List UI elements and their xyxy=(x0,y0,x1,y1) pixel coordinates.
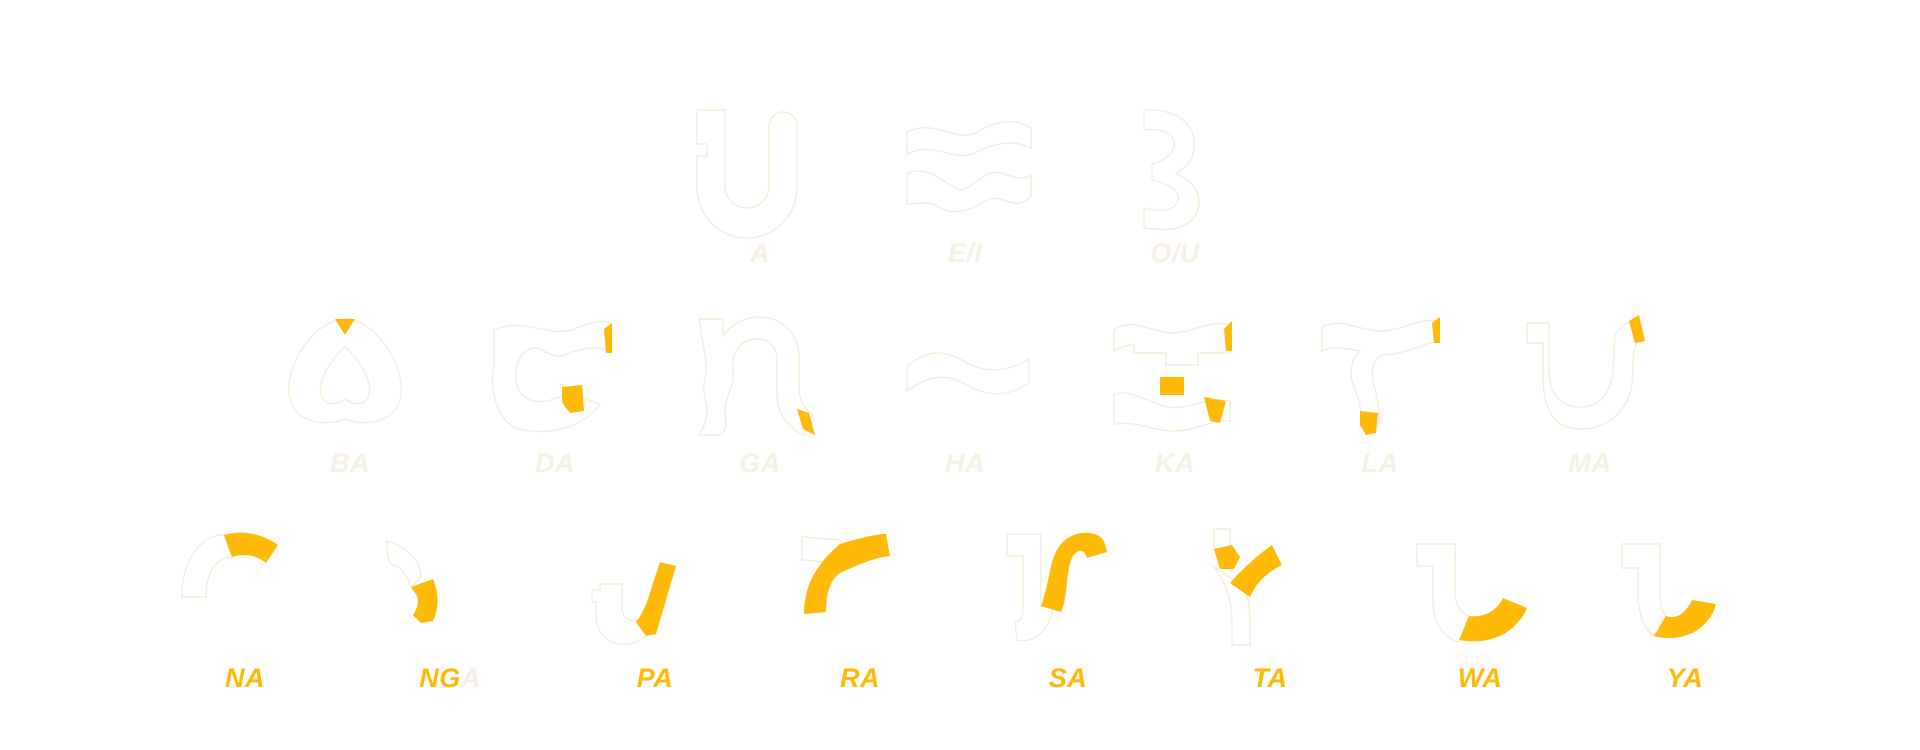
glyph-ta xyxy=(1210,525,1310,650)
glyph-ba xyxy=(285,315,415,440)
label-ga: GA xyxy=(739,448,781,478)
glyph-ka xyxy=(1112,315,1242,440)
glyph-ya xyxy=(1620,540,1745,650)
label-sa: SA xyxy=(1048,663,1088,693)
label-wa: WA xyxy=(1457,663,1503,693)
label-ta: TA xyxy=(1252,663,1288,693)
glyph-sa xyxy=(1005,530,1130,650)
label-ba: BA xyxy=(330,448,370,478)
glyph-ou xyxy=(1140,108,1210,233)
glyph-ma xyxy=(1525,315,1655,440)
glyph-la xyxy=(1320,315,1450,440)
glyph-nga xyxy=(385,535,455,630)
label-da: DA xyxy=(535,448,575,478)
label-la: LA xyxy=(1361,448,1399,478)
glyph-wa xyxy=(1415,540,1540,650)
label-a: A xyxy=(750,238,770,268)
glyph-ra xyxy=(800,530,900,620)
label-na: NA xyxy=(225,663,265,693)
label-ma: MA xyxy=(1568,448,1612,478)
label-nga: NGA xyxy=(419,663,481,693)
glyph-pa xyxy=(590,560,690,660)
glyph-ei xyxy=(905,118,1035,223)
glyph-ha xyxy=(905,345,1035,415)
label-ei: E/I xyxy=(947,238,983,268)
glyph-ga xyxy=(695,315,825,440)
label-ou: O/U xyxy=(1150,238,1200,268)
label-ra: RA xyxy=(840,663,880,693)
label-ya: YA xyxy=(1666,663,1704,693)
label-ha: HA xyxy=(945,448,985,478)
glyph-da xyxy=(490,315,620,440)
glyph-a xyxy=(695,108,825,239)
baybayin-chart: A E/I O/U BA DA GA HA KA LA MA NA NGA PA… xyxy=(0,0,1920,750)
label-pa: PA xyxy=(636,663,674,693)
label-ka: KA xyxy=(1155,448,1195,478)
glyph-na xyxy=(180,525,290,600)
